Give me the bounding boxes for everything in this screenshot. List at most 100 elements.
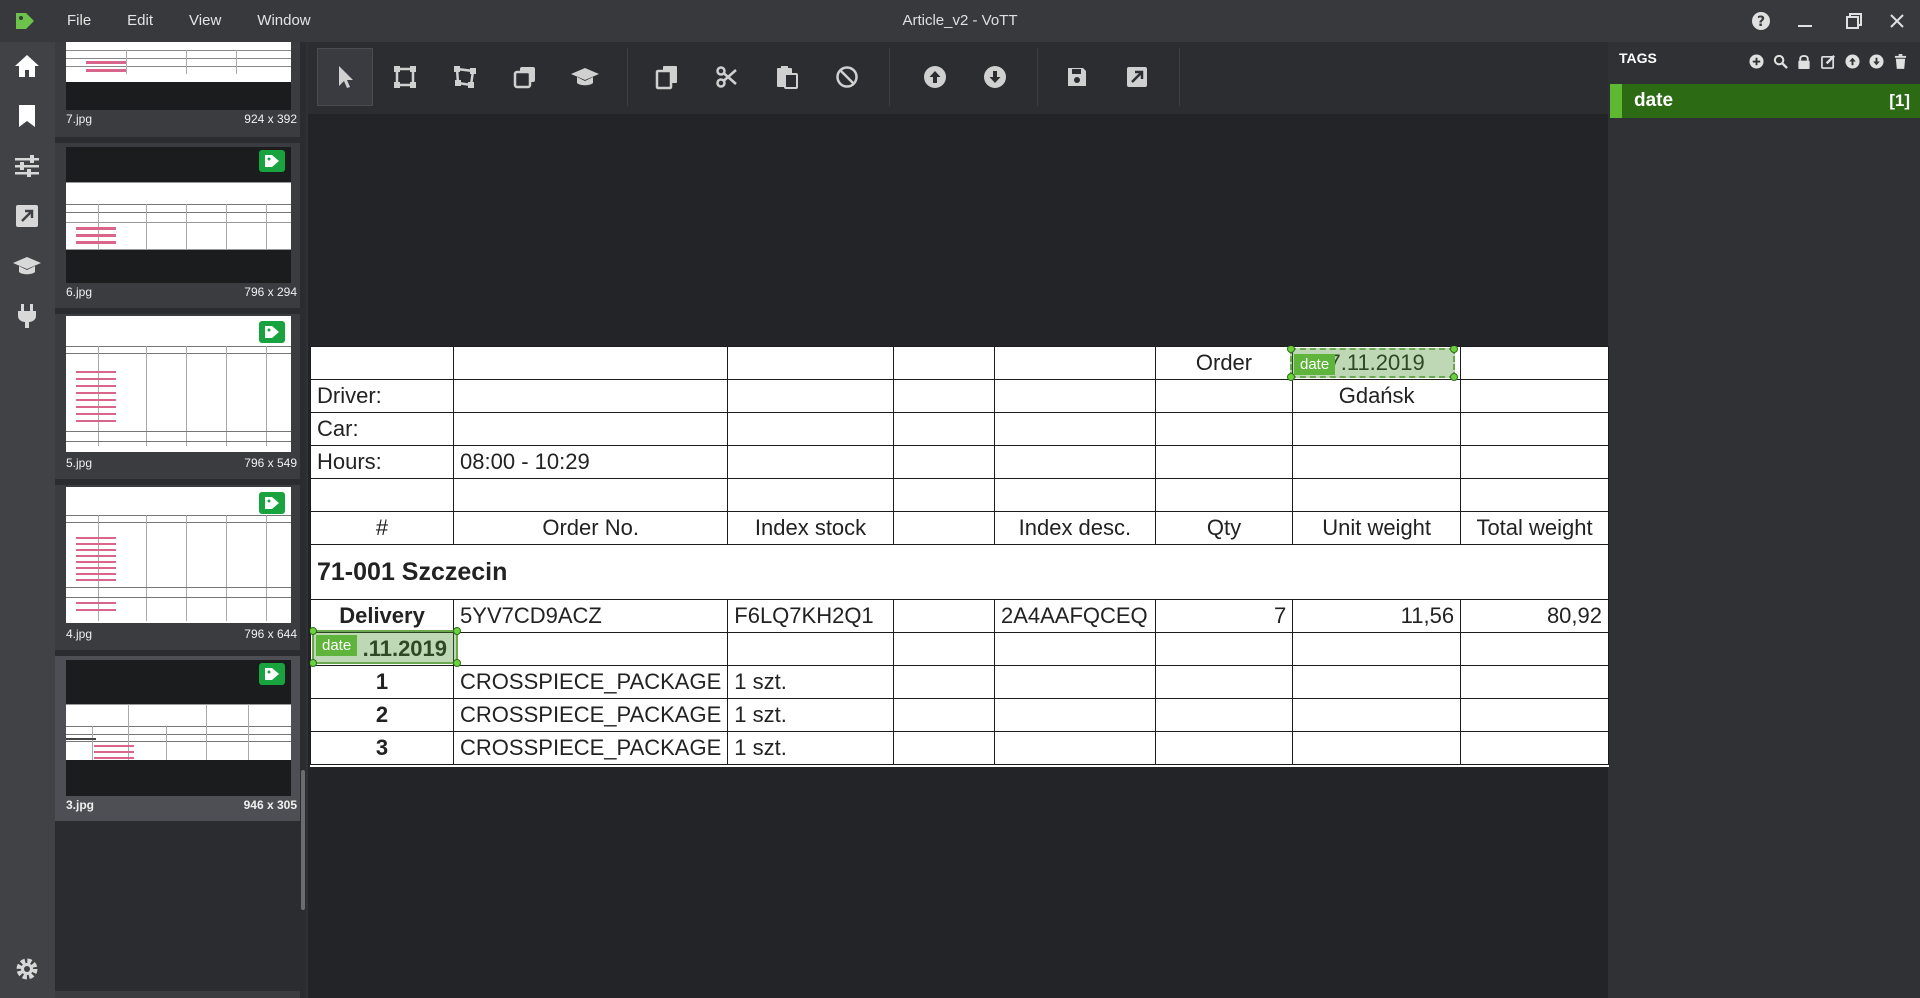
vott-logo-icon — [16, 13, 34, 29]
cell — [1154, 379, 1294, 413]
move-tag-down-button[interactable] — [1864, 52, 1888, 70]
resize-handle[interactable] — [1287, 373, 1295, 381]
nav-connections[interactable] — [12, 301, 42, 331]
tag-item-date[interactable]: date [1] — [1610, 84, 1920, 118]
cut-regions-button[interactable] — [699, 48, 755, 106]
add-tag-button[interactable] — [1744, 52, 1768, 70]
item-qty: 1 szt. — [727, 731, 894, 765]
cell — [892, 412, 995, 446]
draw-rectangle-button[interactable] — [377, 48, 433, 106]
tag-name: date — [1634, 90, 1674, 111]
cell — [892, 478, 995, 512]
cell — [1154, 478, 1294, 512]
menu-window[interactable]: Window — [239, 0, 328, 42]
save-project-button[interactable] — [1049, 48, 1105, 106]
resize-handle[interactable] — [1450, 373, 1458, 381]
document-image[interactable]: Order 7.11.2019 Driver: Gdańsk Car: Hour… — [310, 346, 1609, 767]
cell — [1292, 445, 1462, 479]
minimize-icon — [1798, 25, 1812, 27]
cell — [892, 445, 995, 479]
item-name: CROSSPIECE_PACKAGE — [453, 665, 729, 699]
asset-list-scroll-thumb[interactable] — [301, 770, 305, 910]
main-navigation — [0, 42, 55, 998]
tag-icon — [265, 497, 279, 509]
remove-regions-button[interactable] — [819, 48, 875, 106]
cell — [1154, 665, 1294, 699]
menu-edit[interactable]: Edit — [109, 0, 171, 42]
asset-dimensions: 924 x 392 — [244, 112, 297, 126]
asset-thumbnail[interactable]: 4.jpg 796 x 644 — [55, 485, 305, 650]
resize-handle[interactable] — [453, 627, 461, 635]
export-project-button[interactable] — [1109, 48, 1165, 106]
copy-regions-button[interactable] — [639, 48, 695, 106]
select-tool-button[interactable] — [317, 48, 373, 106]
asset-thumbnail[interactable] — [55, 991, 305, 998]
cell — [453, 632, 729, 666]
active-learning-button[interactable] — [557, 48, 613, 106]
nav-settings[interactable] — [12, 151, 42, 181]
nav-active-learning[interactable] — [12, 251, 42, 281]
cell — [453, 412, 729, 446]
asset-dimensions: 796 x 549 — [244, 456, 297, 470]
move-tag-up-button[interactable] — [1840, 52, 1864, 70]
lock-tags-button[interactable] — [1792, 52, 1816, 70]
cell — [1292, 632, 1462, 666]
help-icon: ? — [1752, 12, 1770, 30]
nav-app-settings[interactable] — [12, 954, 42, 984]
minimize-button[interactable] — [1782, 0, 1828, 42]
cell — [993, 346, 1156, 380]
graduation-cap-icon — [13, 257, 41, 275]
nav-home[interactable] — [12, 51, 42, 81]
cell — [892, 379, 995, 413]
maximize-button[interactable] — [1831, 0, 1877, 42]
asset-thumbnail[interactable]: 6.jpg 796 x 294 — [55, 143, 305, 308]
column-header: Unit weight — [1292, 511, 1462, 545]
tag-color-swatch[interactable] — [1610, 84, 1622, 118]
menu-view[interactable]: View — [171, 0, 239, 42]
cell — [310, 346, 455, 380]
delivery-qty: 7 — [1154, 599, 1294, 633]
paste-regions-button[interactable] — [759, 48, 815, 106]
resize-handle[interactable] — [453, 659, 461, 667]
delete-tag-button[interactable] — [1888, 52, 1912, 70]
close-window-button[interactable] — [1874, 0, 1920, 42]
help-button[interactable]: ? — [1738, 0, 1784, 42]
plus-circle-icon — [1748, 53, 1764, 69]
asset-thumbnail-selected[interactable]: 3.jpg 946 x 305 — [55, 656, 305, 821]
region-tag-label: date — [1294, 354, 1336, 375]
nav-export[interactable] — [12, 201, 42, 231]
toolbar-separator — [1037, 48, 1038, 106]
next-asset-button[interactable] — [967, 48, 1023, 106]
resize-handle[interactable] — [310, 627, 317, 635]
edit-tag-button[interactable] — [1816, 52, 1840, 70]
order-label: Order — [1154, 346, 1294, 380]
save-project-icon — [1068, 68, 1086, 86]
restore-icon — [1846, 13, 1862, 29]
export-project-icon — [1127, 67, 1147, 87]
previous-asset-button[interactable] — [907, 48, 963, 106]
cell — [993, 665, 1156, 699]
search-tags-button[interactable] — [1768, 52, 1792, 70]
asset-thumbnail[interactable]: 7.jpg 924 x 392 — [55, 42, 305, 137]
svg-text:?: ? — [1757, 14, 1765, 30]
resize-handle[interactable] — [1287, 346, 1295, 353]
cell — [727, 478, 894, 512]
bookmark-icon — [19, 105, 35, 127]
menu-file[interactable]: File — [62, 0, 109, 42]
car-label: Car: — [310, 412, 455, 446]
hours-value: 08:00 - 10:29 — [453, 445, 729, 479]
cell — [727, 346, 894, 380]
draw-polygon-button[interactable] — [437, 48, 493, 106]
cell — [1154, 412, 1294, 446]
cell — [1292, 731, 1462, 765]
cell — [1292, 665, 1462, 699]
tagged-region[interactable]: date — [310, 627, 461, 667]
copy-rectangle-button[interactable] — [497, 48, 553, 106]
nav-editor[interactable] — [12, 101, 42, 131]
asset-preview — [66, 316, 291, 452]
cell — [892, 346, 995, 380]
tagged-region[interactable]: date — [1287, 346, 1458, 381]
asset-dimensions: 796 x 644 — [244, 627, 297, 641]
asset-thumbnail[interactable]: 5.jpg 796 x 549 — [55, 314, 305, 479]
cell — [1292, 412, 1462, 446]
